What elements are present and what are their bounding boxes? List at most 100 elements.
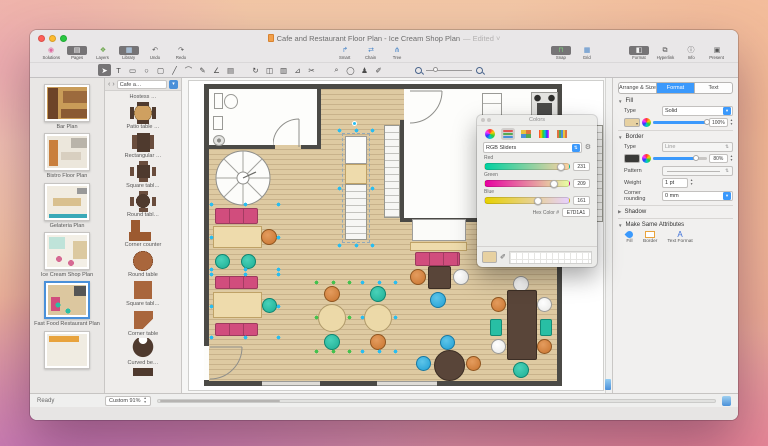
color-wheel-tab-icon[interactable] [483,128,497,140]
tree-button[interactable]: ⋔Tree [384,46,410,61]
solution-item-ice-cream-shop-plan[interactable]: Ice Cream Shop Plan [30,232,104,278]
solution-item-bistro-floor-plan[interactable]: Bistro Floor Plan [30,133,104,179]
make-same-fill-button[interactable]: Fill [626,231,633,244]
make-same-section-header[interactable]: ▼Make Same Attributes [618,222,733,228]
library-item-round-tabl[interactable]: Round tabl… [105,190,181,219]
chair[interactable] [324,334,340,350]
serving-counter-top[interactable] [345,136,367,164]
color-sliders-tab-icon[interactable] [501,128,515,140]
square-table[interactable] [428,266,451,289]
round-table[interactable] [364,304,392,332]
color-wheel-icon[interactable] [642,154,651,163]
fill-type-select[interactable]: Solid▾ [662,106,733,116]
fill-opacity-value[interactable]: 100% [709,118,728,127]
shadow-section-header[interactable]: ▶Shadow [618,209,733,215]
chair[interactable] [261,229,277,245]
booth-seat[interactable] [415,252,460,266]
plan-thumbnail[interactable] [44,281,90,319]
zoom-slider[interactable] [426,70,472,71]
chair[interactable] [241,254,256,269]
scrollbar-thumb[interactable] [160,400,280,402]
plan-thumbnail[interactable] [44,331,90,369]
chair[interactable] [370,286,386,302]
canvas-zoom-field[interactable]: Custom 91% ▲▼ [105,396,151,406]
rect-tool[interactable]: ▭ [126,64,139,76]
stepper-icon[interactable]: ▲▼ [730,155,733,162]
page-split-widget[interactable] [722,396,731,406]
library-item-patio-table[interactable]: Patio table … [105,102,181,131]
serving-counter-mid[interactable] [345,164,367,184]
make-same-text-button[interactable]: AText Format [667,231,692,244]
pencil-tool[interactable]: ✎ [196,64,209,76]
border-opacity-value[interactable]: 80% [709,154,728,163]
slider-knob[interactable] [550,180,558,188]
pages-button[interactable]: ▤Pages [64,46,90,61]
make-same-border-button[interactable]: Border [643,231,657,244]
back-room-wall[interactable] [400,120,404,222]
rotate-tool[interactable]: ↻ [249,64,262,76]
split-view-widget[interactable] [605,379,611,390]
bathroom-cabinet[interactable] [213,116,223,130]
pan-tool[interactable]: ◯ [344,64,357,76]
library-tab[interactable]: Cafe a… [117,80,167,89]
chain-button[interactable]: ⇄Chain [358,46,384,61]
format-button[interactable]: ◧Format [626,46,652,61]
library-button[interactable]: ▦Library [116,46,142,61]
blue-slider[interactable] [484,197,570,204]
pattern-select[interactable]: ⇅ [662,166,733,176]
hyperlink-button[interactable]: ⧉Hyperlink [652,46,678,61]
prep-table[interactable] [412,219,466,241]
smart-button[interactable]: ↱Smart [332,46,358,61]
library-item-corner-counter[interactable]: Corner counter [105,220,181,249]
restroom-wall[interactable] [317,89,321,149]
solutions-button[interactable]: ◉Solutions [38,46,64,61]
chair[interactable] [453,269,469,285]
solution-item-fast-food-restaurant-plan[interactable]: Fast Food Restaurant Plan [30,281,104,327]
chair[interactable] [324,286,340,302]
chair[interactable] [430,292,446,308]
booth-seat[interactable] [215,208,258,224]
entrance-door[interactable] [209,345,243,380]
booth-seat[interactable] [215,276,258,289]
colors-dialog[interactable]: Colors RGB Sliders ⇅ ⚙ Red231Green209Blu… [477,115,597,267]
stepper-icon[interactable]: ▲▼ [690,179,693,186]
minimize-button[interactable] [49,35,56,42]
library-item-curved-be[interactable]: Curved be… [105,338,181,367]
tab-text[interactable]: Text [695,83,732,93]
hex-value-field[interactable]: E7D1A1 [562,208,590,217]
vertex-tool[interactable]: ∠ [210,64,223,76]
zoom-out-icon[interactable] [415,67,422,74]
ellipse-tool[interactable]: ○ [140,64,153,76]
dialog-minimize-button[interactable] [487,118,491,122]
border-opacity-slider[interactable] [653,157,707,160]
gear-icon[interactable]: ⚙ [585,144,591,151]
combine-tool[interactable]: ◫ [263,64,276,76]
library-item-square-tabl[interactable]: Square tabl… [105,161,181,190]
stepper-icon[interactable]: ▲▼ [144,397,147,404]
cut-tool[interactable]: ✂ [305,64,318,76]
redo-button[interactable]: ↷Redo [168,46,194,61]
border-type-select[interactable]: Line⇅ [662,142,733,152]
chair[interactable] [537,339,552,354]
restroom-wall[interactable] [301,145,321,149]
slider-knob[interactable] [557,163,565,171]
green-slider[interactable] [484,180,570,187]
horizontal-scrollbar[interactable] [157,399,716,403]
zoom-button[interactable] [60,35,67,42]
rounded-rect-tool[interactable]: ▢ [154,64,167,76]
color-wheel-icon[interactable] [642,118,651,127]
library-item-round-table[interactable]: Round table [105,250,181,279]
weight-field[interactable]: 1 pt [662,178,688,188]
chair[interactable] [513,362,529,378]
swatch-grid[interactable] [509,251,592,264]
round-table[interactable] [318,304,346,332]
info-button[interactable]: ⓘInfo [678,46,704,61]
fill-section-header[interactable]: ▼Fill [618,98,733,104]
vertical-scrollbar[interactable] [605,78,612,393]
line-tool[interactable]: ╱ [168,64,181,76]
window-segment[interactable] [377,381,437,386]
toilet-bowl[interactable] [224,94,238,109]
tab-arrange-size[interactable]: Arrange & Size [619,83,657,93]
library-item-corner-table[interactable]: Corner table [105,309,181,338]
chair[interactable] [491,297,506,312]
